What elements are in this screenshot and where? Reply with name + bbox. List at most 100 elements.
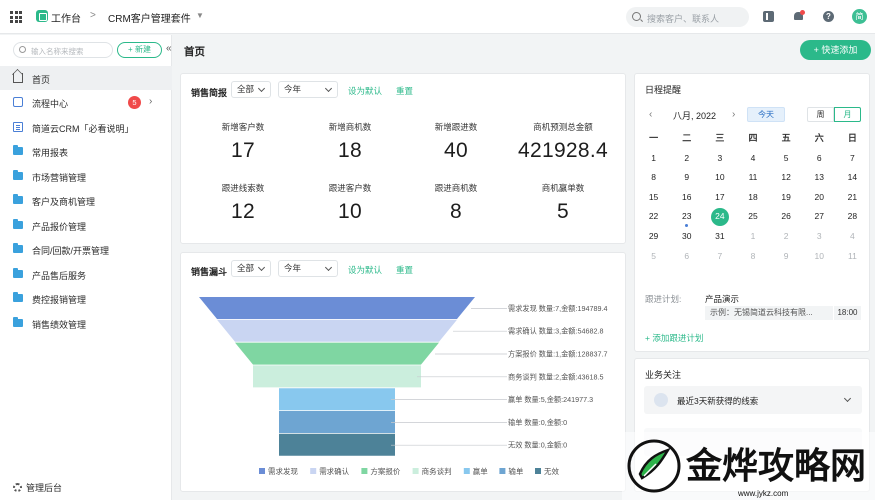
funnel-segment-4[interactable] (279, 388, 395, 411)
calendar-day[interactable]: 29 (637, 227, 670, 247)
legend-label[interactable]: 输单 (508, 466, 523, 476)
calendar-day[interactable]: 7 (703, 247, 736, 267)
avatar[interactable]: 简 (852, 9, 867, 24)
calendar-day[interactable]: 10 (703, 168, 736, 188)
sidebar-item-home[interactable]: 首页 (0, 66, 172, 90)
sidebar-item-expenses[interactable]: 费控报销管理 (0, 286, 172, 310)
sidebar-item-performance[interactable]: 销售绩效管理 (0, 311, 172, 335)
admin-link[interactable]: 管理后台 (13, 481, 62, 494)
calendar-day[interactable]: 2 (770, 227, 803, 247)
sidebar-item-marketing[interactable]: 市场营销管理 (0, 164, 172, 188)
calendar-day[interactable]: 2 (670, 149, 703, 169)
quick-add-button[interactable]: + 快速添加 (800, 40, 871, 60)
legend-swatch[interactable] (310, 468, 317, 474)
legend-swatch[interactable] (535, 468, 541, 474)
set-default-link[interactable]: 设为默认 (348, 85, 382, 97)
chevron-right-icon[interactable]: › (149, 96, 152, 107)
app-name[interactable]: CRM客户管理套件 (108, 10, 191, 25)
month-view-button[interactable]: 月 (834, 107, 861, 122)
calendar-day[interactable]: 17 (703, 188, 736, 208)
calendar-day[interactable]: 11 (736, 168, 769, 188)
calendar-day[interactable]: 4 (736, 149, 769, 169)
sidebar-search-input[interactable]: 输入名称来搜索 (13, 42, 113, 58)
calendar-day[interactable]: 8 (637, 168, 670, 188)
funnel-segment-6[interactable] (279, 433, 395, 456)
calendar-day[interactable]: 21 (836, 188, 869, 208)
legend-label[interactable]: 需求发现 (268, 466, 298, 476)
calendar-day[interactable]: 20 (803, 188, 836, 208)
legend-swatch[interactable] (361, 468, 368, 474)
calendar-day[interactable]: 16 (670, 188, 703, 208)
calendar-day[interactable]: 3 (803, 227, 836, 247)
add-follow-plan-link[interactable]: + 添加跟进计划 (645, 332, 703, 344)
sidebar-item-customers[interactable]: 客户及商机管理 (0, 188, 172, 212)
sidebar-item-reports[interactable]: 常用报表 (0, 139, 172, 163)
sidebar-item-flow-center[interactable]: 流程中心 5 › (0, 90, 172, 114)
legend-swatch[interactable] (463, 468, 470, 474)
reset-link[interactable]: 重置 (396, 264, 413, 276)
reset-link[interactable]: 重置 (396, 85, 413, 97)
legend-label[interactable]: 赢单 (473, 466, 488, 476)
legend-label[interactable]: 方案报价 (370, 466, 400, 476)
legend-swatch[interactable] (259, 468, 265, 474)
funnel-segment-3[interactable] (253, 365, 421, 388)
bell-icon[interactable] (793, 10, 805, 22)
calendar-day[interactable]: 25 (736, 207, 769, 227)
calendar-day[interactable]: 10 (803, 247, 836, 267)
scope-select[interactable]: 全部 (231, 81, 271, 98)
calendar-day[interactable]: 23 (670, 207, 703, 227)
calendar-day[interactable]: 30 (670, 227, 703, 247)
scope-select[interactable]: 全部 (231, 260, 271, 277)
book-icon[interactable] (763, 11, 774, 22)
calendar-day[interactable]: 5 (637, 247, 670, 267)
chevron-down-icon[interactable] (843, 394, 852, 403)
calendar-day[interactable]: 5 (770, 149, 803, 169)
calendar-day[interactable]: 22 (637, 207, 670, 227)
funnel-segment-5[interactable] (279, 411, 395, 433)
period-select[interactable]: 今年 (278, 81, 338, 98)
calendar-day[interactable]: 9 (670, 168, 703, 188)
calendar-day[interactable]: 1 (736, 227, 769, 247)
business-focus-item[interactable]: 最近3天新获得的线索 (644, 386, 862, 414)
workspace-link[interactable]: 工作台 (51, 10, 81, 25)
calendar-day[interactable]: 31 (703, 227, 736, 247)
prev-month-icon[interactable]: ‹ (649, 109, 652, 120)
new-button[interactable]: + 新建 (117, 42, 162, 58)
today-button[interactable]: 今天 (747, 107, 785, 122)
funnel-segment-2[interactable] (235, 342, 439, 365)
global-search-input[interactable]: 搜索客户、联系人 (626, 7, 749, 27)
collapse-sidebar-icon[interactable]: « (166, 43, 172, 54)
calendar-day[interactable]: 6 (670, 247, 703, 267)
sidebar-item-guide[interactable]: 简道云CRM「必看说明」 (0, 115, 172, 139)
sidebar-item-contracts[interactable]: 合同/回款/开票管理 (0, 237, 172, 261)
next-month-icon[interactable]: › (732, 109, 735, 120)
follow-plan-item[interactable]: 示例：无锡简道云科技有限... (705, 306, 833, 320)
legend-label[interactable]: 商务谈判 (422, 466, 452, 476)
calendar-day[interactable]: 6 (803, 149, 836, 169)
calendar-day[interactable]: 8 (736, 247, 769, 267)
sidebar-item-quotes[interactable]: 产品报价管理 (0, 213, 172, 237)
week-view-button[interactable]: 周 (807, 107, 834, 122)
period-select[interactable]: 今年 (278, 260, 338, 277)
legend-swatch[interactable] (499, 468, 506, 474)
calendar-day[interactable]: 19 (770, 188, 803, 208)
calendar-day[interactable]: 12 (770, 168, 803, 188)
calendar-day[interactable]: 27 (803, 207, 836, 227)
calendar-day[interactable]: 7 (836, 149, 869, 169)
calendar-day[interactable]: 14 (836, 168, 869, 188)
funnel-segment-0[interactable] (199, 297, 475, 319)
calendar-day[interactable]: 9 (770, 247, 803, 267)
help-icon[interactable]: ? (823, 11, 834, 22)
calendar-day[interactable]: 28 (836, 207, 869, 227)
legend-label[interactable]: 需求确认 (319, 466, 349, 476)
calendar-day[interactable]: 13 (803, 168, 836, 188)
chevron-down-icon[interactable]: ▼ (196, 11, 204, 20)
calendar-day[interactable]: 15 (637, 188, 670, 208)
calendar-day[interactable]: 18 (736, 188, 769, 208)
calendar-day[interactable]: 4 (836, 227, 869, 247)
set-default-link[interactable]: 设为默认 (348, 264, 382, 276)
calendar-day[interactable]: 24 (703, 207, 736, 227)
app-grid-icon[interactable] (10, 11, 22, 23)
calendar-day[interactable]: 3 (703, 149, 736, 169)
legend-swatch[interactable] (412, 468, 419, 474)
